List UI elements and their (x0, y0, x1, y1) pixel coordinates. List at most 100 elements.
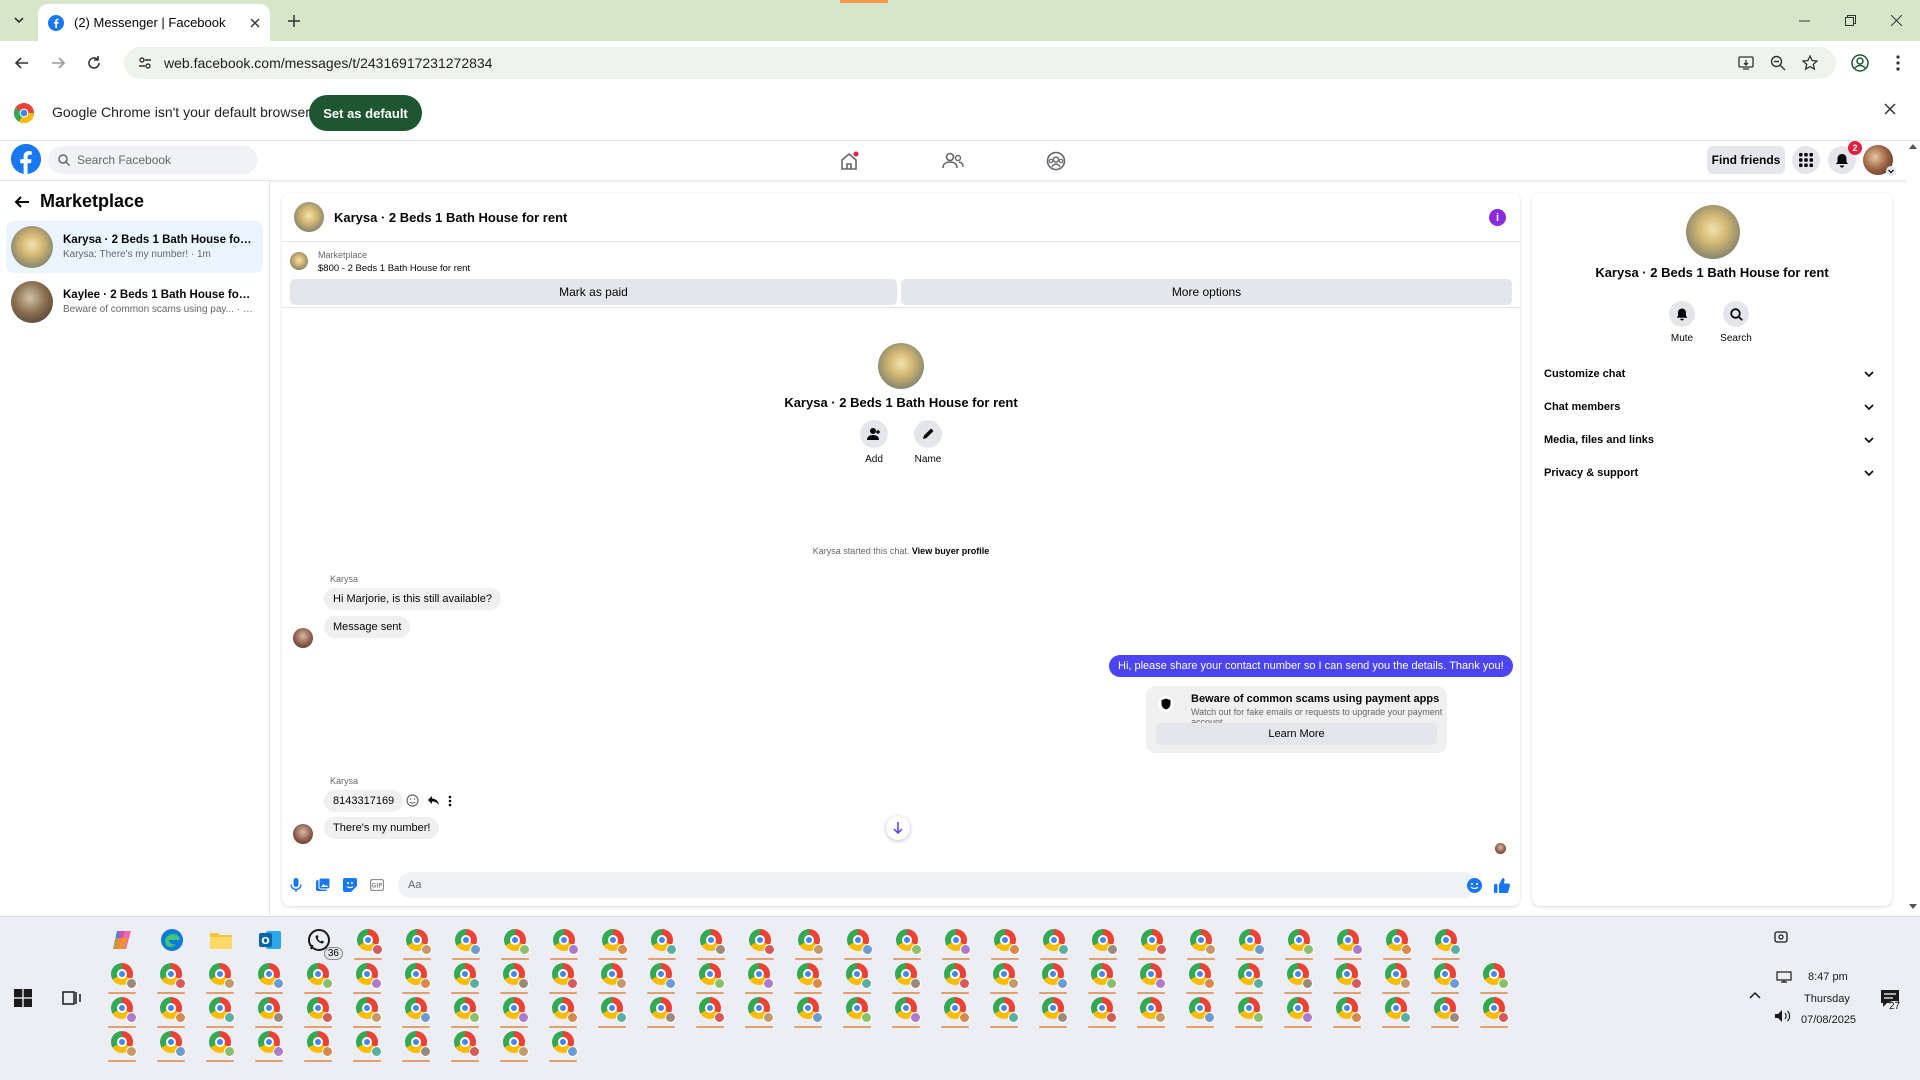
chrome-window-button[interactable] (157, 994, 186, 1028)
more-actions-icon[interactable] (448, 795, 452, 807)
chrome-window-button[interactable] (157, 960, 186, 994)
chrome-window-button[interactable] (696, 960, 725, 994)
chrome-window-button[interactable] (941, 994, 970, 1028)
chrome-window-button[interactable] (500, 1028, 529, 1062)
chrome-window-button[interactable] (500, 994, 529, 1028)
reply-icon[interactable] (427, 794, 440, 807)
minimize-button[interactable] (1782, 0, 1826, 41)
chrome-window-button[interactable] (1089, 926, 1118, 960)
chrome-window-button[interactable] (941, 960, 970, 994)
home-nav-button[interactable] (834, 147, 864, 175)
restore-button[interactable] (1828, 0, 1872, 41)
chrome-window-button[interactable] (1137, 994, 1166, 1028)
chrome-window-button[interactable] (1138, 926, 1167, 960)
listing-thumbnail[interactable] (290, 252, 308, 270)
new-tab-button[interactable] (282, 9, 306, 33)
react-emoji-icon[interactable] (406, 794, 419, 807)
mute-button[interactable]: Mute (1662, 301, 1702, 344)
incoming-message[interactable]: Message sent (324, 616, 411, 638)
back-button[interactable] (10, 51, 34, 75)
chrome-window-button[interactable] (402, 994, 431, 1028)
chrome-window-button[interactable] (255, 960, 284, 994)
chrome-window-button[interactable] (647, 960, 676, 994)
chrome-window-button[interactable] (1382, 994, 1411, 1028)
scroll-up-icon[interactable] (1909, 143, 1917, 149)
gif-button[interactable]: GIF (369, 877, 385, 893)
chrome-window-button[interactable] (550, 926, 579, 960)
chrome-window-button[interactable] (746, 926, 775, 960)
chrome-window-button[interactable] (452, 926, 481, 960)
chrome-window-button[interactable] (1480, 960, 1509, 994)
menu-button[interactable] (1792, 146, 1820, 174)
chrome-window-button[interactable] (893, 926, 922, 960)
chrome-window-button[interactable] (206, 994, 235, 1028)
chrome-window-button[interactable] (403, 926, 432, 960)
chrome-window-button[interactable] (1235, 960, 1264, 994)
profile-button[interactable] (1848, 51, 1872, 75)
chrome-window-button[interactable] (1236, 926, 1265, 960)
chat-members-section[interactable]: Chat members (1544, 395, 1874, 419)
chrome-window-button[interactable] (1039, 960, 1068, 994)
chrome-window-button[interactable] (794, 994, 823, 1028)
volume-icon[interactable] (1774, 1009, 1792, 1023)
friends-nav-button[interactable] (938, 147, 968, 175)
chat-title[interactable]: Karysa · 2 Beds 1 Bath House for rent (334, 210, 567, 225)
mark-as-paid-button[interactable]: Mark as paid (290, 279, 897, 305)
chrome-window-button[interactable] (549, 960, 578, 994)
chrome-window-button[interactable] (1383, 926, 1412, 960)
chrome-window-button[interactable] (599, 926, 628, 960)
chrome-window-button[interactable] (1334, 926, 1363, 960)
chrome-window-button[interactable] (501, 926, 530, 960)
chrome-window-button[interactable] (1333, 960, 1362, 994)
address-bar[interactable]: web.facebook.com/messages/t/243169172312… (124, 47, 1836, 79)
conversation-info-icon[interactable]: i (1489, 209, 1506, 226)
chrome-window-button[interactable] (353, 960, 382, 994)
task-view-icon[interactable] (62, 989, 82, 1007)
chrome-window-button[interactable] (892, 960, 921, 994)
chrome-window-button[interactable] (843, 960, 872, 994)
browser-tab[interactable]: (2) Messenger | Facebook (38, 4, 270, 41)
chrome-window-button[interactable] (1382, 960, 1411, 994)
facebook-search-box[interactable]: Search Facebook (48, 146, 258, 174)
chrome-window-button[interactable] (892, 994, 921, 1028)
chrome-window-button[interactable] (1088, 960, 1117, 994)
chrome-window-button[interactable] (1285, 926, 1314, 960)
chrome-window-button[interactable] (304, 994, 333, 1028)
chrome-window-button[interactable] (206, 1028, 235, 1062)
chat-avatar[interactable] (294, 202, 324, 232)
sticker-button[interactable] (342, 877, 358, 893)
set-as-default-button[interactable]: Set as default (309, 95, 422, 131)
chrome-window-button[interactable] (1284, 994, 1313, 1028)
name-chat-button[interactable]: Name (912, 420, 944, 465)
file-explorer-app[interactable] (207, 926, 235, 954)
meet-now-icon[interactable] (1774, 929, 1788, 945)
chrome-window-button[interactable] (1186, 994, 1215, 1028)
chrome-window-button[interactable] (1137, 960, 1166, 994)
tab-search-button[interactable] (7, 9, 31, 31)
incoming-message[interactable]: Hi Marjorie, is this still available? (324, 588, 501, 610)
chrome-window-button[interactable] (255, 1028, 284, 1062)
find-friends-button[interactable]: Find friends (1707, 146, 1785, 174)
attach-media-button[interactable] (315, 877, 331, 893)
media-files-links-section[interactable]: Media, files and links (1544, 428, 1874, 452)
chrome-window-button[interactable] (353, 1028, 382, 1062)
chrome-window-button[interactable] (1039, 994, 1068, 1028)
chrome-window-button[interactable] (108, 1028, 137, 1062)
chrome-window-button[interactable] (1480, 994, 1509, 1028)
site-settings-icon[interactable] (138, 56, 152, 70)
chrome-window-button[interactable] (697, 926, 726, 960)
clock-day[interactable]: Thursday (1804, 993, 1850, 1005)
chrome-window-button[interactable] (206, 960, 235, 994)
chrome-window-button[interactable] (451, 960, 480, 994)
chrome-window-button[interactable] (990, 960, 1019, 994)
clock-time[interactable]: 8:47 pm (1808, 971, 1848, 983)
listing-price[interactable]: $800 - 2 Beds 1 Bath House for rent (318, 263, 470, 274)
details-avatar[interactable] (1686, 205, 1740, 259)
message-input[interactable]: Aa (398, 872, 1476, 898)
chrome-window-button[interactable] (843, 994, 872, 1028)
chrome-window-button[interactable] (1431, 960, 1460, 994)
chrome-window-button[interactable] (1187, 926, 1216, 960)
like-button[interactable] (1494, 877, 1510, 893)
chrome-window-button[interactable] (647, 994, 676, 1028)
chrome-window-button[interactable] (1431, 994, 1460, 1028)
